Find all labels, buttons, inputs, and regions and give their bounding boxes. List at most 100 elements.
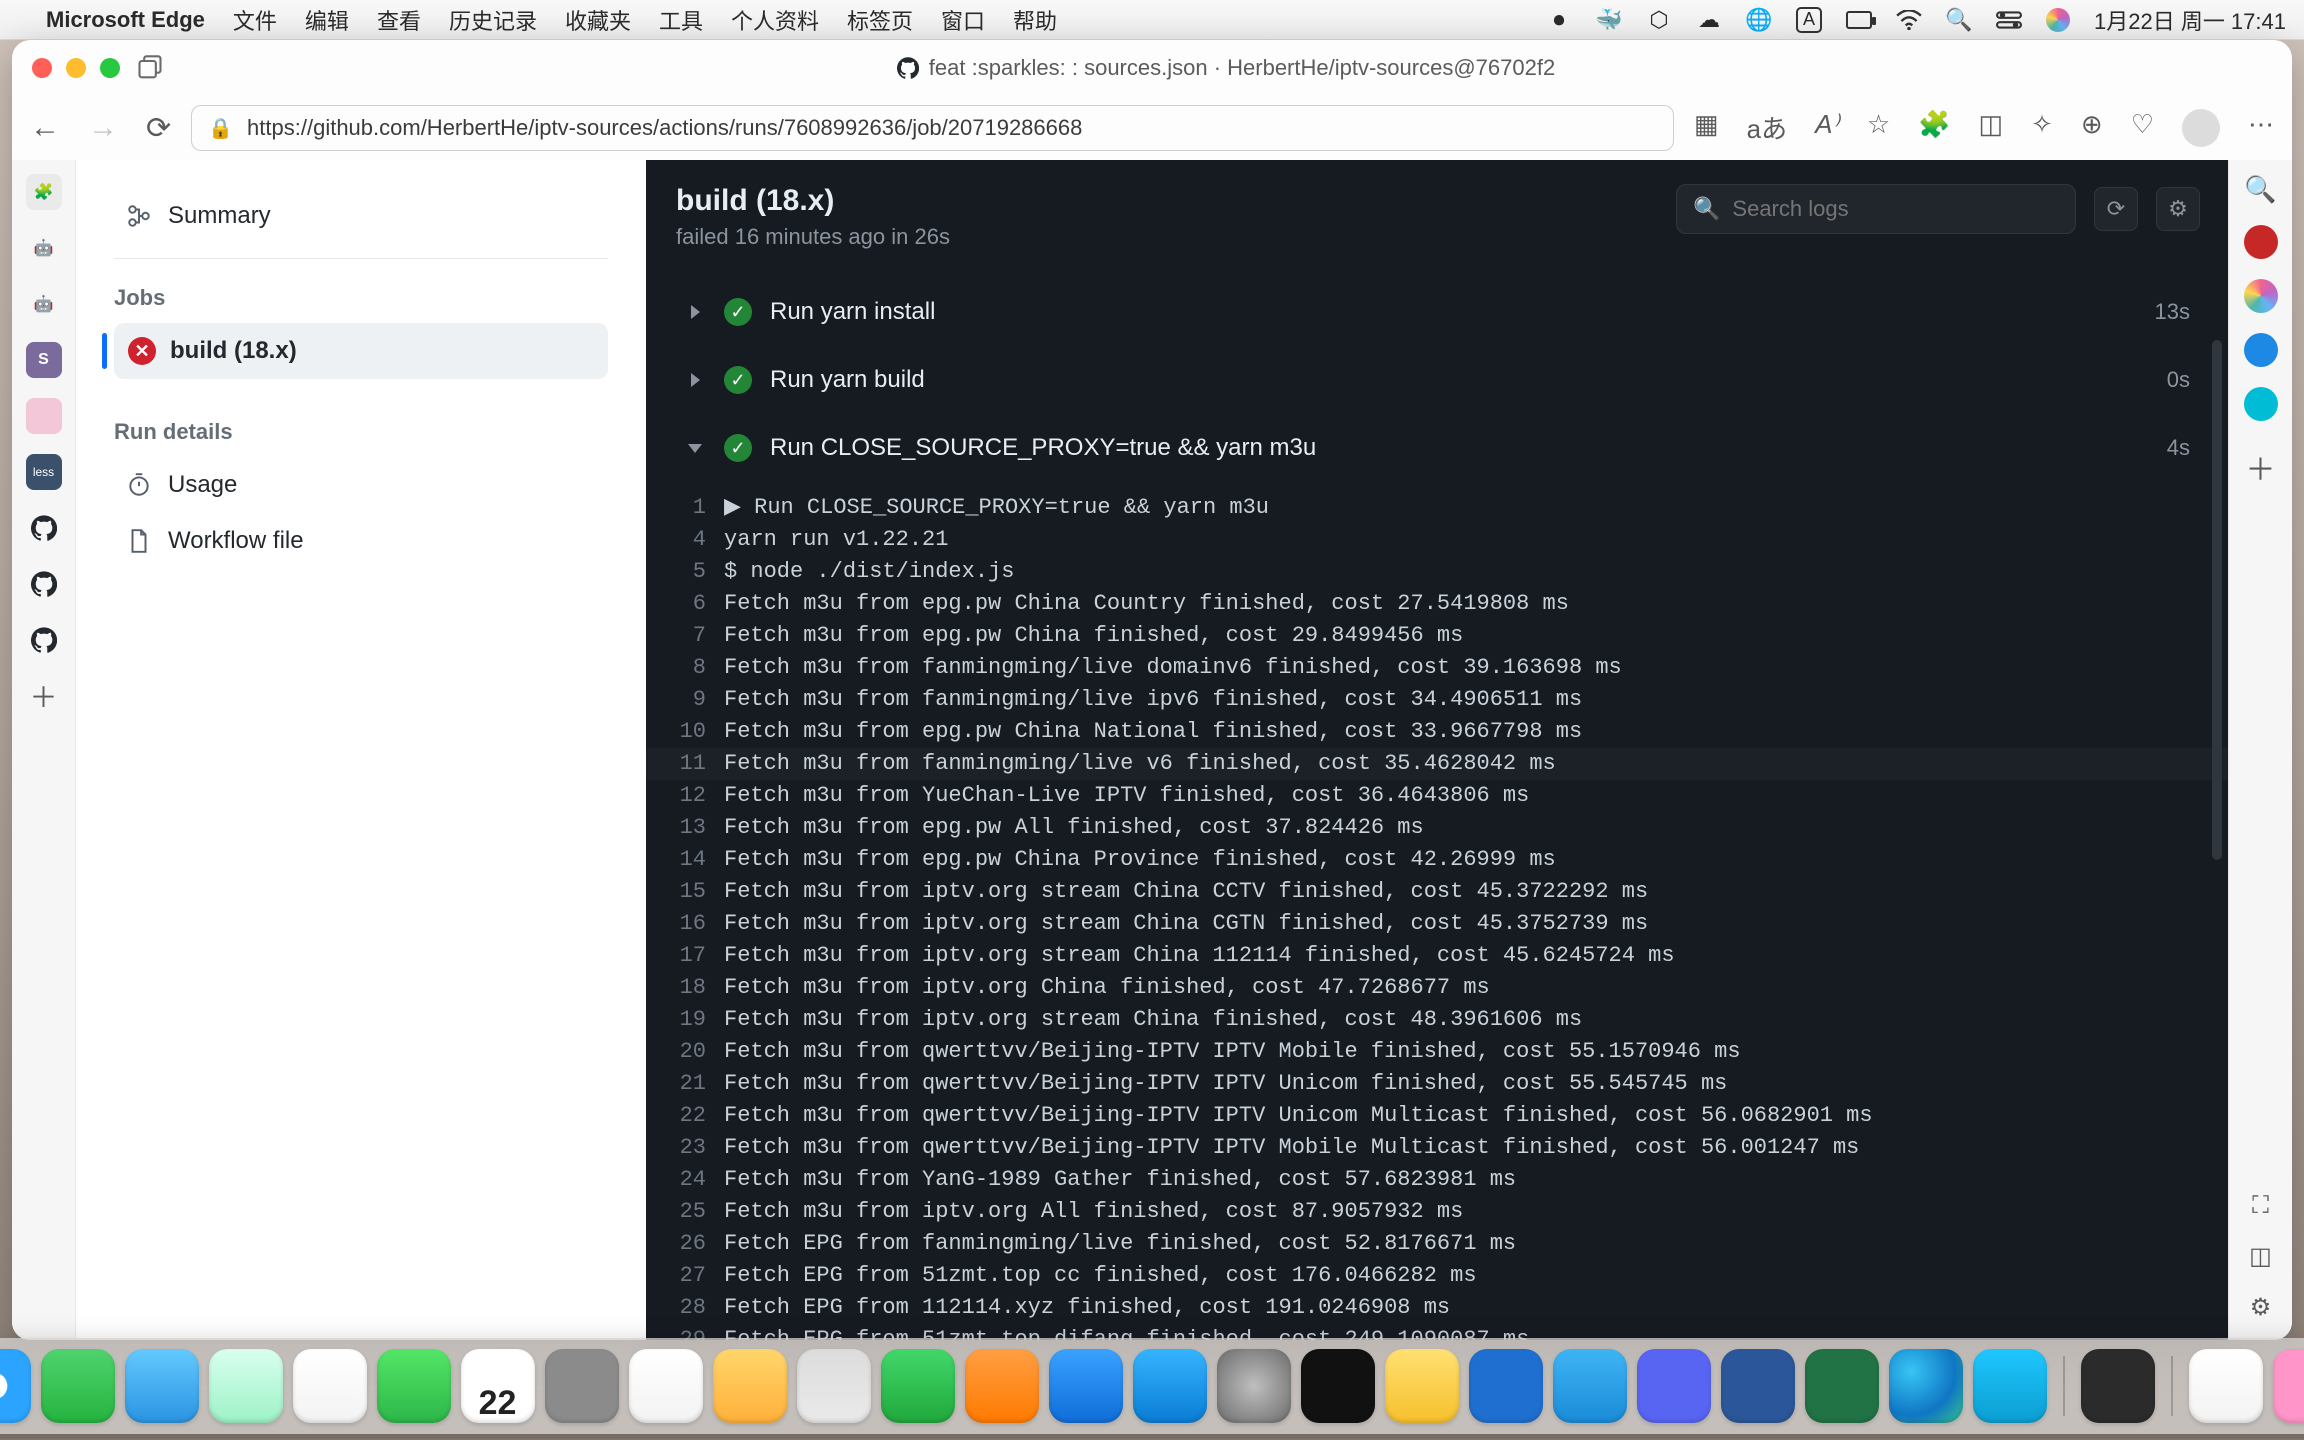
step-yarn-build[interactable]: ✓ Run yarn build 0s xyxy=(658,348,2216,412)
globe-icon[interactable]: 🌐 xyxy=(1746,7,1772,33)
log-line[interactable]: 1▶ Run CLOSE_SOURCE_PROXY=true && yarn m… xyxy=(646,492,2228,524)
dock-maps[interactable] xyxy=(209,1349,283,1423)
log-lines[interactable]: 1▶ Run CLOSE_SOURCE_PROXY=true && yarn m… xyxy=(646,484,2228,1340)
dock-safari[interactable] xyxy=(0,1349,31,1423)
log-line[interactable]: 27Fetch EPG from 51zmt.top cc finished, … xyxy=(646,1260,2228,1292)
docker-icon[interactable]: 🐳 xyxy=(1596,7,1622,33)
vr-search-icon[interactable]: 🔍 xyxy=(2244,174,2276,205)
refresh-button[interactable]: ⟳ xyxy=(146,111,171,146)
vr-shopping-icon[interactable] xyxy=(2244,225,2278,259)
log-search[interactable]: 🔍 xyxy=(1676,184,2076,234)
menubar-clock[interactable]: 1月22日 周一 17:41 xyxy=(2094,4,2286,36)
log-line[interactable]: 24Fetch m3u from YanG-1989 Gather finish… xyxy=(646,1164,2228,1196)
apps-icon[interactable]: ▦ xyxy=(1694,109,1719,147)
vt-item-gh1[interactable] xyxy=(26,510,62,546)
dock-app-yellow[interactable] xyxy=(1385,1349,1459,1423)
log-scrollbar[interactable] xyxy=(2212,340,2222,860)
wifi-icon[interactable] xyxy=(1896,7,1922,33)
log-line[interactable]: 14Fetch m3u from epg.pw China Province f… xyxy=(646,844,2228,876)
vt-item-1[interactable]: 🧩 xyxy=(26,174,62,210)
input-a-icon[interactable]: A xyxy=(1796,7,1822,33)
vt-item-bot2[interactable]: 🤖 xyxy=(26,286,62,322)
log-line[interactable]: 23Fetch m3u from qwerttvv/Beijing-IPTV I… xyxy=(646,1132,2228,1164)
menu-help[interactable]: 帮助 xyxy=(1013,4,1057,36)
log-line[interactable]: 28Fetch EPG from 112114.xyz finished, co… xyxy=(646,1292,2228,1324)
menu-window[interactable]: 窗口 xyxy=(941,4,985,36)
back-button[interactable]: ← xyxy=(30,111,60,146)
dock-mail[interactable] xyxy=(125,1349,199,1423)
vr-settings-icon[interactable]: ⚙ xyxy=(2250,1293,2272,1322)
control-center-icon[interactable] xyxy=(1996,7,2022,33)
dock-discord[interactable] xyxy=(1637,1349,1711,1423)
log-line[interactable]: 15Fetch m3u from iptv.org stream China C… xyxy=(646,876,2228,908)
forward-button[interactable]: → xyxy=(88,111,118,146)
dock-terminal[interactable] xyxy=(1301,1349,1375,1423)
translate-icon[interactable]: aあ xyxy=(1747,109,1787,147)
add-page-icon[interactable]: ⊕ xyxy=(2081,109,2103,147)
step-yarn-m3u[interactable]: ✓ Run CLOSE_SOURCE_PROXY=true && yarn m3… xyxy=(658,416,2216,480)
dock-contacts[interactable] xyxy=(545,1349,619,1423)
record-icon[interactable]: ⏺ xyxy=(1546,7,1572,33)
log-line[interactable]: 11Fetch m3u from fanmingming/live v6 fin… xyxy=(646,748,2228,780)
dock-messages[interactable] xyxy=(41,1349,115,1423)
dock-edge[interactable] xyxy=(1889,1349,1963,1423)
dock-recent-1[interactable] xyxy=(2081,1349,2155,1423)
dock-recent-3[interactable] xyxy=(2273,1349,2304,1423)
zoom-window-button[interactable] xyxy=(100,58,120,78)
vr-screenshot-icon[interactable]: ⛶ xyxy=(2252,1192,2269,1220)
dock-pages[interactable] xyxy=(965,1349,1039,1423)
vt-item-gh2[interactable] xyxy=(26,566,62,602)
extensions-icon[interactable]: 🧩 xyxy=(1918,109,1950,147)
log-search-input[interactable] xyxy=(1732,196,2059,222)
minimize-window-button[interactable] xyxy=(66,58,86,78)
dock-calendar[interactable]: 22 xyxy=(461,1349,535,1423)
menu-tabs[interactable]: 标签页 xyxy=(847,4,913,36)
shield-icon[interactable]: ⬡ xyxy=(1646,7,1672,33)
log-settings-button[interactable]: ⚙ xyxy=(2156,187,2200,231)
address-bar[interactable]: 🔒 https://github.com/HerbertHe/iptv-sour… xyxy=(191,105,1674,151)
menu-history[interactable]: 历史记录 xyxy=(449,4,537,36)
log-line[interactable]: 25Fetch m3u from iptv.org All finished, … xyxy=(646,1196,2228,1228)
log-line[interactable]: 8Fetch m3u from fanmingming/live domainv… xyxy=(646,652,2228,684)
log-line[interactable]: 22Fetch m3u from qwerttvv/Beijing-IPTV I… xyxy=(646,1100,2228,1132)
log-line[interactable]: 18Fetch m3u from iptv.org China finished… xyxy=(646,972,2228,1004)
refresh-logs-button[interactable]: ⟳ xyxy=(2094,187,2138,231)
usage-link[interactable]: Usage xyxy=(114,457,608,513)
menubar-app-name[interactable]: Microsoft Edge xyxy=(46,7,205,33)
vr-panel-icon[interactable]: ◫ xyxy=(2249,1242,2272,1271)
log-line[interactable]: 21Fetch m3u from qwerttvv/Beijing-IPTV I… xyxy=(646,1068,2228,1100)
dock-appstore[interactable] xyxy=(1133,1349,1207,1423)
vt-item-gh3[interactable] xyxy=(26,622,62,658)
dock-freeform[interactable] xyxy=(797,1349,871,1423)
log-line[interactable]: 4yarn run v1.22.21 xyxy=(646,524,2228,556)
dock-telegram[interactable] xyxy=(1553,1349,1627,1423)
log-line[interactable]: 16Fetch m3u from iptv.org stream China C… xyxy=(646,908,2228,940)
dock-word[interactable] xyxy=(1721,1349,1795,1423)
vt-item-pink[interactable] xyxy=(26,398,62,434)
log-line[interactable]: 20Fetch m3u from qwerttvv/Beijing-IPTV I… xyxy=(646,1036,2228,1068)
log-line[interactable]: 26Fetch EPG from fanmingming/live finish… xyxy=(646,1228,2228,1260)
vt-item-less[interactable]: less xyxy=(26,454,62,490)
vr-drop-icon[interactable] xyxy=(2244,387,2278,421)
read-aloud-icon[interactable]: A⁾ xyxy=(1815,109,1839,147)
workflow-file-link[interactable]: Workflow file xyxy=(114,513,608,569)
dock-notes[interactable] xyxy=(713,1349,787,1423)
vt-item-bot1[interactable]: 🤖 xyxy=(26,230,62,266)
siri-icon[interactable] xyxy=(2046,8,2070,32)
log-line[interactable]: 5$ node ./dist/index.js xyxy=(646,556,2228,588)
summary-link[interactable]: Summary xyxy=(114,188,608,244)
log-line[interactable]: 17Fetch m3u from iptv.org stream China 1… xyxy=(646,940,2228,972)
dock-numbers[interactable] xyxy=(881,1349,955,1423)
log-line[interactable]: 6Fetch m3u from epg.pw China Country fin… xyxy=(646,588,2228,620)
log-line[interactable]: 7Fetch m3u from epg.pw China finished, c… xyxy=(646,620,2228,652)
vr-copilot-icon[interactable] xyxy=(2244,279,2278,313)
spotlight-icon[interactable]: 🔍 xyxy=(1946,7,1972,33)
dock-settings[interactable] xyxy=(1217,1349,1291,1423)
favorite-icon[interactable]: ☆ xyxy=(1867,109,1890,147)
menu-file[interactable]: 文件 xyxy=(233,4,277,36)
menu-fav[interactable]: 收藏夹 xyxy=(565,4,631,36)
menu-view[interactable]: 查看 xyxy=(377,4,421,36)
vt-add[interactable]: ＋ xyxy=(26,678,62,714)
log-line[interactable]: 19Fetch m3u from iptv.org stream China f… xyxy=(646,1004,2228,1036)
menu-edit[interactable]: 编辑 xyxy=(305,4,349,36)
